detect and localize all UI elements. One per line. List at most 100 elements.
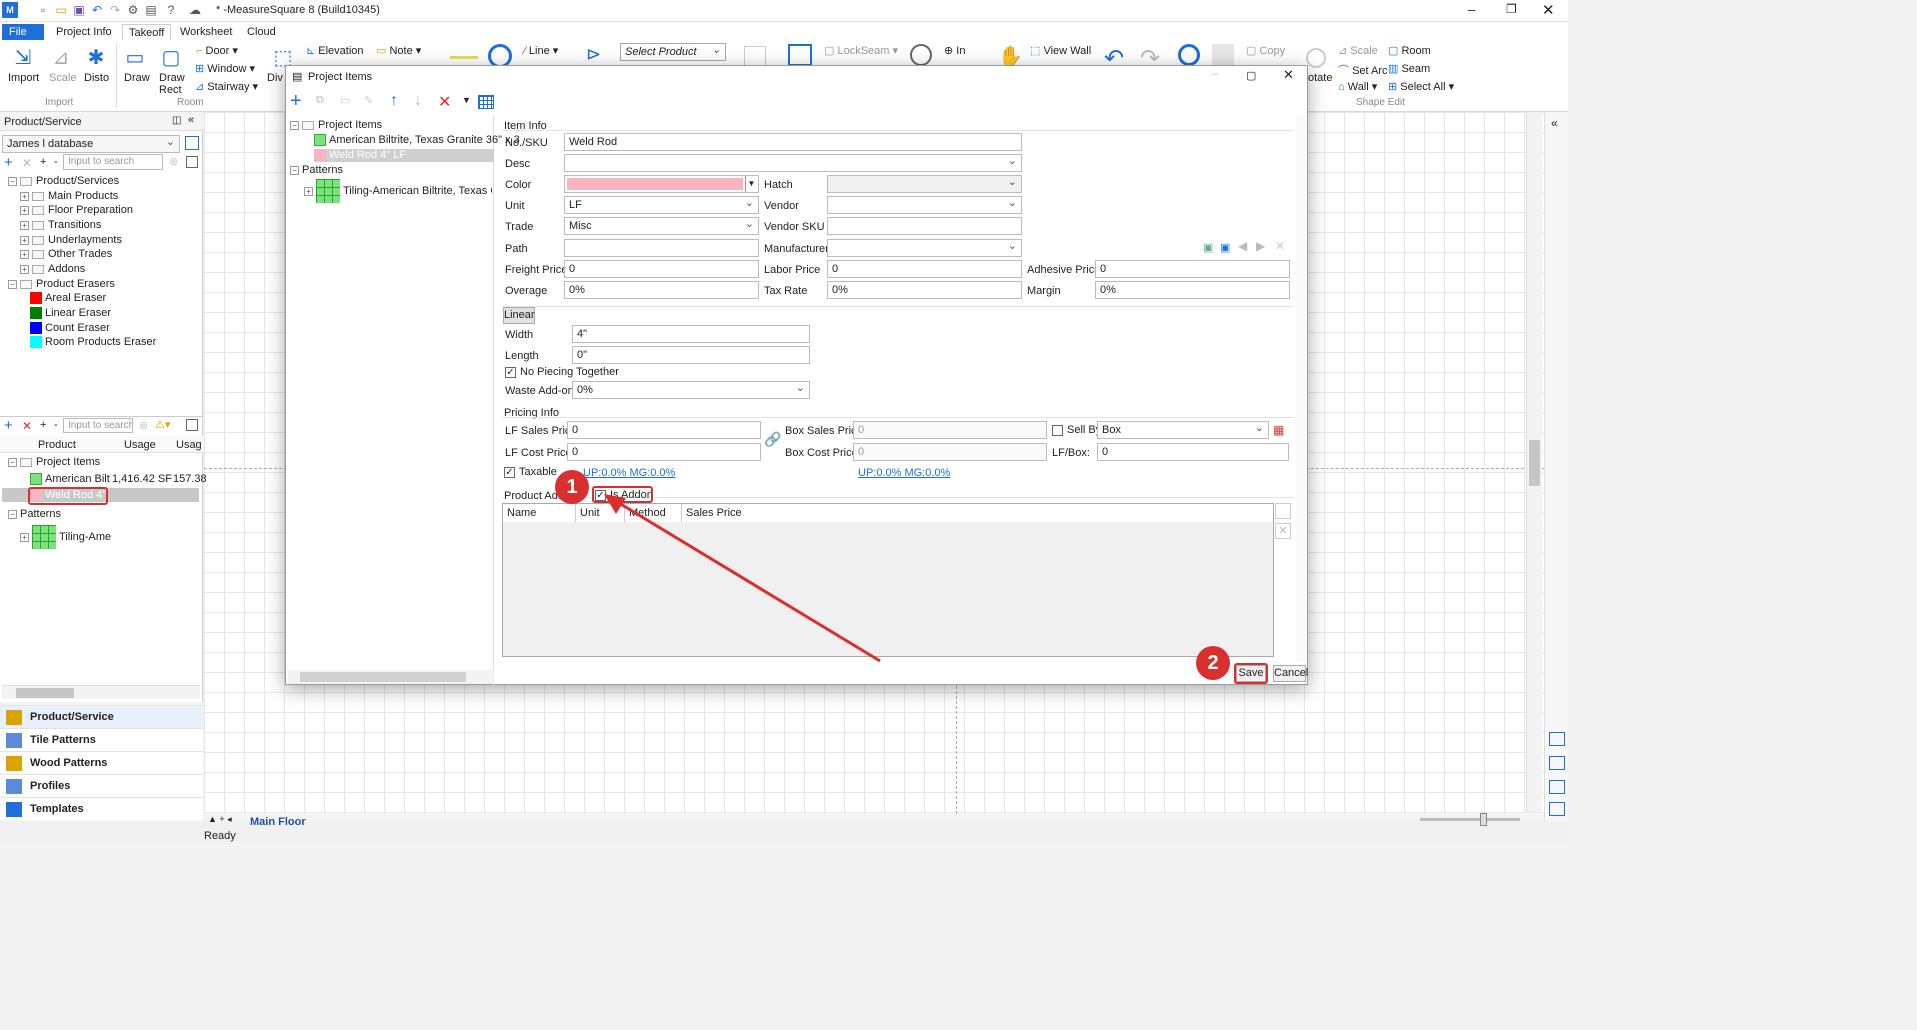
tree-item-american-biltrite[interactable]: American Biltrite, Texas Granite 36" x 3 bbox=[314, 133, 520, 147]
labor-input[interactable]: 0 bbox=[827, 260, 1022, 278]
image-next-icon[interactable]: ▶ bbox=[1256, 239, 1265, 253]
lockseam-button[interactable]: ▢ LockSeam ▾ bbox=[824, 44, 898, 57]
move-down-icon[interactable]: ↓ bbox=[414, 92, 422, 110]
edit-item-icon[interactable]: ✎ bbox=[364, 94, 373, 107]
lf-cost-input[interactable]: 0 bbox=[567, 443, 761, 461]
nav-profiles[interactable]: Profiles bbox=[0, 774, 203, 797]
box-cost-input[interactable]: 0 bbox=[853, 443, 1047, 461]
cancel-button[interactable]: Cancel bbox=[1273, 665, 1308, 682]
collapse-icon[interactable]: − bbox=[290, 165, 299, 175]
collapse-all-icon[interactable]: - bbox=[54, 156, 58, 168]
scrollbar-thumb[interactable] bbox=[16, 688, 74, 698]
length-input[interactable]: 0" bbox=[572, 346, 810, 364]
tree-item-patterns[interactable]: − Patterns bbox=[290, 163, 343, 177]
tree-item-pattern[interactable]: + Tiling-American Biltrite, Texas Granit bbox=[304, 178, 492, 204]
collapse-icon[interactable]: − bbox=[8, 457, 17, 467]
collapse-all-icon[interactable]: - bbox=[54, 419, 58, 431]
zoom-slider-thumb[interactable] bbox=[1480, 813, 1487, 826]
taxable-checkbox[interactable]: ✓ bbox=[504, 467, 515, 478]
expand-icon[interactable]: + bbox=[304, 186, 313, 196]
view-wall-button[interactable]: ⬚ View Wall bbox=[1030, 44, 1091, 57]
expand-icon[interactable]: + bbox=[20, 191, 29, 201]
seam-button[interactable]: ▥ Seam bbox=[1388, 62, 1430, 75]
new-file-icon[interactable]: ▫ bbox=[36, 3, 50, 17]
image-prev-icon[interactable]: ◀ bbox=[1238, 239, 1247, 253]
add-icon[interactable]: + bbox=[4, 154, 13, 171]
scrollbar-thumb[interactable] bbox=[1529, 440, 1540, 486]
usage-project-items[interactable]: − Project Items bbox=[8, 455, 100, 469]
tab-project-info[interactable]: Project Info bbox=[50, 24, 118, 40]
clear-search-icon[interactable]: ⊗ bbox=[169, 155, 178, 168]
panel-icon-2[interactable] bbox=[1549, 756, 1565, 770]
tree-item-areal-eraser[interactable]: Areal Eraser bbox=[30, 291, 106, 305]
manufacturer-dropdown[interactable] bbox=[827, 239, 1022, 257]
import-button[interactable]: Import bbox=[8, 72, 39, 84]
linear-tab[interactable]: Linear bbox=[503, 307, 535, 324]
cloud-icon[interactable]: ☁ bbox=[188, 3, 202, 17]
trade-dropdown[interactable]: Misc bbox=[564, 217, 759, 235]
panel-icon-3[interactable] bbox=[1549, 780, 1565, 794]
dialog-minimize-button[interactable]: – bbox=[1212, 68, 1218, 80]
vendor-dropdown[interactable] bbox=[827, 196, 1022, 214]
image-edit-icon[interactable]: ▣ bbox=[1220, 241, 1230, 254]
arrow-tool-icon[interactable]: ⊳ bbox=[586, 44, 610, 64]
add-icon[interactable]: + bbox=[4, 417, 13, 434]
panel-icon-1[interactable] bbox=[1549, 732, 1565, 746]
unit-dropdown[interactable]: LF bbox=[564, 196, 759, 214]
tab-file[interactable]: File bbox=[2, 24, 44, 40]
move-up-icon[interactable]: ↑ bbox=[390, 92, 398, 110]
import-icon[interactable]: ⇲ bbox=[10, 46, 36, 70]
room-button[interactable]: ▢ Room bbox=[1388, 44, 1431, 57]
addon-delete-icon[interactable]: ✕ bbox=[1275, 523, 1291, 539]
shape-scale-button[interactable]: ⊿ Scale bbox=[1338, 44, 1378, 57]
search-input[interactable]: Input to search bbox=[63, 154, 163, 170]
rotate-icon[interactable] bbox=[1306, 48, 1326, 68]
adhesive-input[interactable]: 0 bbox=[1095, 260, 1290, 278]
tree-item-product-services[interactable]: − Product/Services bbox=[8, 174, 119, 188]
markup-margin-link[interactable]: UP:0.0% MG:0.0% bbox=[583, 467, 675, 479]
nav-templates[interactable]: Templates bbox=[0, 797, 203, 820]
search-large-icon[interactable] bbox=[1178, 44, 1200, 66]
overage-input[interactable]: 0% bbox=[564, 281, 759, 299]
rotate-button[interactable]: otate bbox=[1308, 72, 1332, 84]
tree-horizontal-scrollbar[interactable] bbox=[288, 670, 494, 684]
expand-icon[interactable]: + bbox=[20, 249, 29, 259]
grid-view-icon[interactable] bbox=[478, 95, 494, 109]
calendar-icon[interactable]: ▦ bbox=[1273, 423, 1284, 437]
color-picker[interactable]: ▼ bbox=[564, 175, 759, 193]
scale-icon[interactable]: ⊿ bbox=[48, 46, 74, 70]
grid-view-icon[interactable] bbox=[186, 419, 198, 431]
settings-icon[interactable]: ⚙ bbox=[126, 3, 140, 17]
image-delete-icon[interactable]: ✕ bbox=[1275, 239, 1285, 253]
horizontal-scrollbar[interactable] bbox=[2, 685, 200, 699]
dialog-maximize-button[interactable]: ▢ bbox=[1246, 69, 1256, 82]
panel-pin-icon[interactable]: ◫ bbox=[172, 115, 181, 126]
set-arc-button[interactable]: ⌒ Set Arc bbox=[1338, 62, 1388, 78]
tree-item-count-eraser[interactable]: Count Eraser bbox=[30, 321, 110, 335]
expand-icon[interactable]: + bbox=[20, 235, 29, 245]
add-item-icon[interactable]: + bbox=[290, 90, 302, 113]
close-button[interactable]: ✕ bbox=[1542, 1, 1555, 19]
draw-button[interactable]: Draw bbox=[124, 72, 150, 84]
nav-wood-patterns[interactable]: Wood Patterns bbox=[0, 751, 203, 774]
sku-input[interactable]: Weld Rod bbox=[564, 133, 1022, 151]
waste-dropdown[interactable]: 0% bbox=[572, 381, 810, 399]
grid-tool-icon[interactable] bbox=[788, 44, 812, 66]
divide-button[interactable]: Div bbox=[267, 72, 283, 84]
lf-sales-input[interactable]: 0 bbox=[567, 421, 761, 439]
window-button[interactable]: ⊞ Window ▾ bbox=[195, 62, 255, 75]
database-manage-icon[interactable] bbox=[185, 136, 199, 150]
column-header-product[interactable]: Product bbox=[38, 439, 76, 451]
column-header-usage2[interactable]: Usag bbox=[176, 439, 202, 451]
tree-item-transitions[interactable]: + Transitions bbox=[20, 218, 101, 232]
image-icon[interactable]: ▣ bbox=[1203, 241, 1213, 254]
layout-icon[interactable] bbox=[744, 46, 766, 66]
usage-row[interactable]: American Bilt 1,416.42 SF 157.38 bbox=[30, 472, 207, 486]
dialog-close-button[interactable]: ✕ bbox=[1283, 67, 1294, 83]
expand-all-icon[interactable]: + bbox=[40, 419, 46, 431]
expand-icon[interactable]: + bbox=[20, 205, 29, 215]
panel-collapse-icon[interactable]: « bbox=[188, 114, 194, 126]
draw-rect-icon[interactable]: ▢ bbox=[158, 46, 184, 70]
select-all-button[interactable]: ⊞ Select All ▾ bbox=[1388, 80, 1454, 93]
nav-product-service[interactable]: Product/Service bbox=[0, 705, 203, 728]
